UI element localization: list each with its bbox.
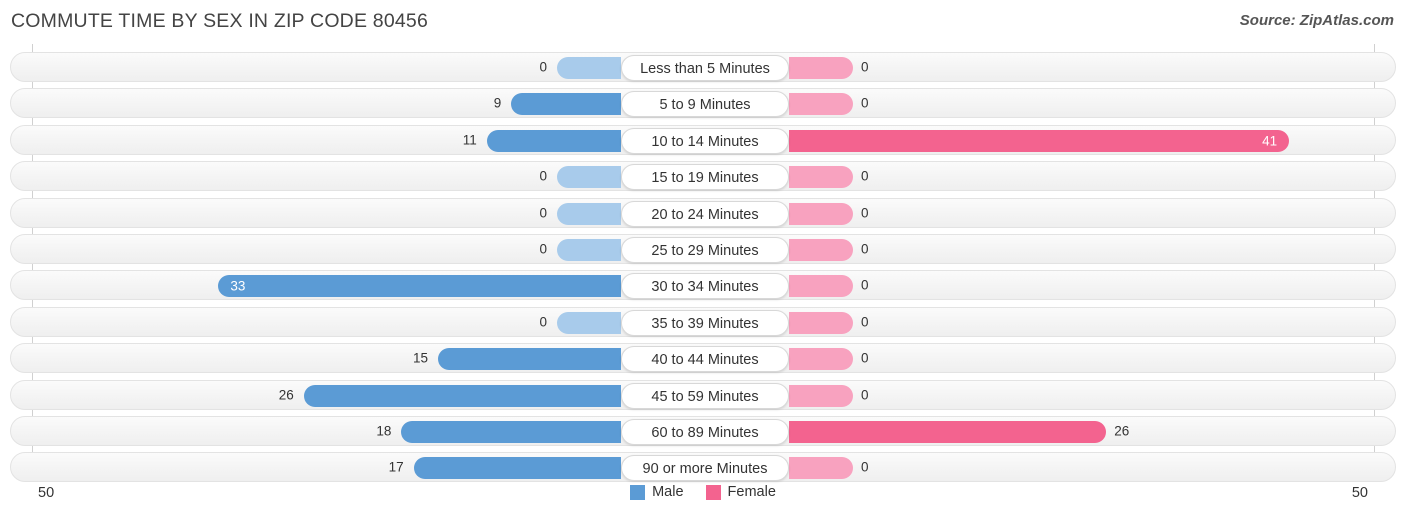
chart-header: COMMUTE TIME BY SEX IN ZIP CODE 80456 So… [0, 0, 1406, 44]
bar-value-male: 18 [376, 423, 392, 439]
legend-swatch-male [630, 484, 646, 500]
bar-male[interactable] [438, 348, 621, 371]
bar-value-male: 33 [230, 278, 246, 294]
table-row[interactable]: 17 0 90 or more Minutes [10, 452, 1396, 483]
bar-value-female: 0 [861, 168, 869, 184]
bar-female[interactable] [789, 348, 853, 371]
bar-male[interactable] [557, 311, 621, 334]
bar-value-male: 17 [388, 459, 404, 475]
bar-value-male: 0 [539, 59, 547, 75]
bar-value-male: 26 [278, 387, 294, 403]
bar-value-female: 0 [861, 350, 869, 366]
chart-legend: Male Female [0, 484, 1406, 500]
bar-value-female: 0 [861, 95, 869, 111]
bar-male[interactable] [557, 239, 621, 261]
bar-value-female: 0 [861, 459, 869, 475]
bar-value-female: 0 [861, 387, 869, 403]
bar-female[interactable] [789, 202, 853, 225]
bar-value-male: 15 [412, 350, 428, 366]
bar-male[interactable] [557, 202, 621, 225]
bar-value-male: 11 [462, 132, 477, 148]
table-row[interactable]: 18 26 60 to 89 Minutes [10, 416, 1396, 446]
category-label: 5 to 9 Minutes [621, 91, 789, 118]
bar-male[interactable] [557, 57, 621, 79]
bar-value-male: 0 [539, 168, 547, 184]
bar-female[interactable] [789, 93, 853, 116]
legend-swatch-female [705, 484, 721, 500]
bar-male[interactable] [303, 384, 621, 407]
bar-value-female: 26 [1114, 423, 1130, 439]
category-label: 90 or more Minutes [621, 455, 789, 482]
table-row[interactable]: 9 0 5 to 9 Minutes [10, 88, 1396, 119]
bar-value-male: 0 [539, 314, 547, 330]
category-label: 20 to 24 Minutes [621, 200, 789, 227]
table-row[interactable]: 0 0 25 to 29 Minutes [10, 234, 1396, 264]
chart-footer: 50 50 Male Female [0, 482, 1406, 522]
category-label: 60 to 89 Minutes [621, 419, 789, 445]
table-row[interactable]: 0 0 Less than 5 Minutes [10, 52, 1396, 82]
legend-item-male[interactable]: Male [630, 484, 684, 500]
table-row[interactable]: 11 41 10 to 14 Minutes [10, 124, 1396, 155]
table-row[interactable]: 26 0 45 to 59 Minutes [10, 379, 1396, 410]
bar-value-female: 0 [861, 241, 869, 257]
bar-male[interactable] [511, 93, 621, 116]
bar-male[interactable] [486, 129, 621, 152]
bar-female[interactable] [789, 421, 1107, 443]
source-attribution: Source: ZipAtlas.com [1239, 12, 1394, 29]
category-label: 45 to 59 Minutes [621, 382, 789, 409]
category-label: 15 to 19 Minutes [621, 164, 789, 191]
bar-male[interactable] [557, 166, 621, 189]
bar-male[interactable] [413, 457, 621, 480]
bar-female[interactable]: 41 [789, 129, 1290, 152]
legend-label-male: Male [652, 484, 684, 500]
bar-female[interactable] [789, 166, 853, 189]
bar-value-male: 0 [539, 205, 547, 221]
bar-female[interactable] [789, 384, 853, 407]
category-label: 35 to 39 Minutes [621, 309, 789, 336]
page-title: COMMUTE TIME BY SEX IN ZIP CODE 80456 [11, 10, 429, 32]
category-label: 40 to 44 Minutes [621, 346, 789, 373]
category-label: Less than 5 Minutes [621, 55, 789, 81]
bar-value-female: 0 [861, 205, 869, 221]
table-row[interactable]: 33 0 30 to 34 Minutes [10, 270, 1396, 301]
bar-value-female: 0 [861, 314, 869, 330]
bar-male[interactable]: 33 [218, 275, 621, 298]
table-row[interactable]: 15 0 40 to 44 Minutes [10, 343, 1396, 374]
bar-female[interactable] [789, 457, 853, 480]
bar-female[interactable] [789, 275, 853, 298]
table-row[interactable]: 0 0 15 to 19 Minutes [10, 161, 1396, 192]
category-label: 25 to 29 Minutes [621, 237, 789, 263]
legend-item-female[interactable]: Female [705, 484, 776, 500]
legend-label-female: Female [727, 484, 776, 500]
chart-plot-area: 0 0 Less than 5 Minutes 9 0 5 to 9 Minutes 11 4… [0, 44, 1406, 483]
bar-female[interactable] [789, 239, 853, 261]
bar-value-female: 41 [1262, 133, 1278, 149]
table-row[interactable]: 0 0 35 to 39 Minutes [10, 306, 1396, 337]
bar-value-male: 0 [539, 241, 547, 257]
category-label: 30 to 34 Minutes [621, 273, 789, 300]
bar-value-male: 9 [493, 95, 502, 111]
bar-female[interactable] [789, 57, 853, 79]
category-label: 10 to 14 Minutes [621, 127, 789, 154]
table-row[interactable]: 0 0 20 to 24 Minutes [10, 197, 1396, 228]
bar-male[interactable] [401, 421, 621, 443]
bar-value-female: 0 [861, 277, 869, 293]
bar-female[interactable] [789, 311, 853, 334]
bar-value-female: 0 [861, 59, 869, 75]
